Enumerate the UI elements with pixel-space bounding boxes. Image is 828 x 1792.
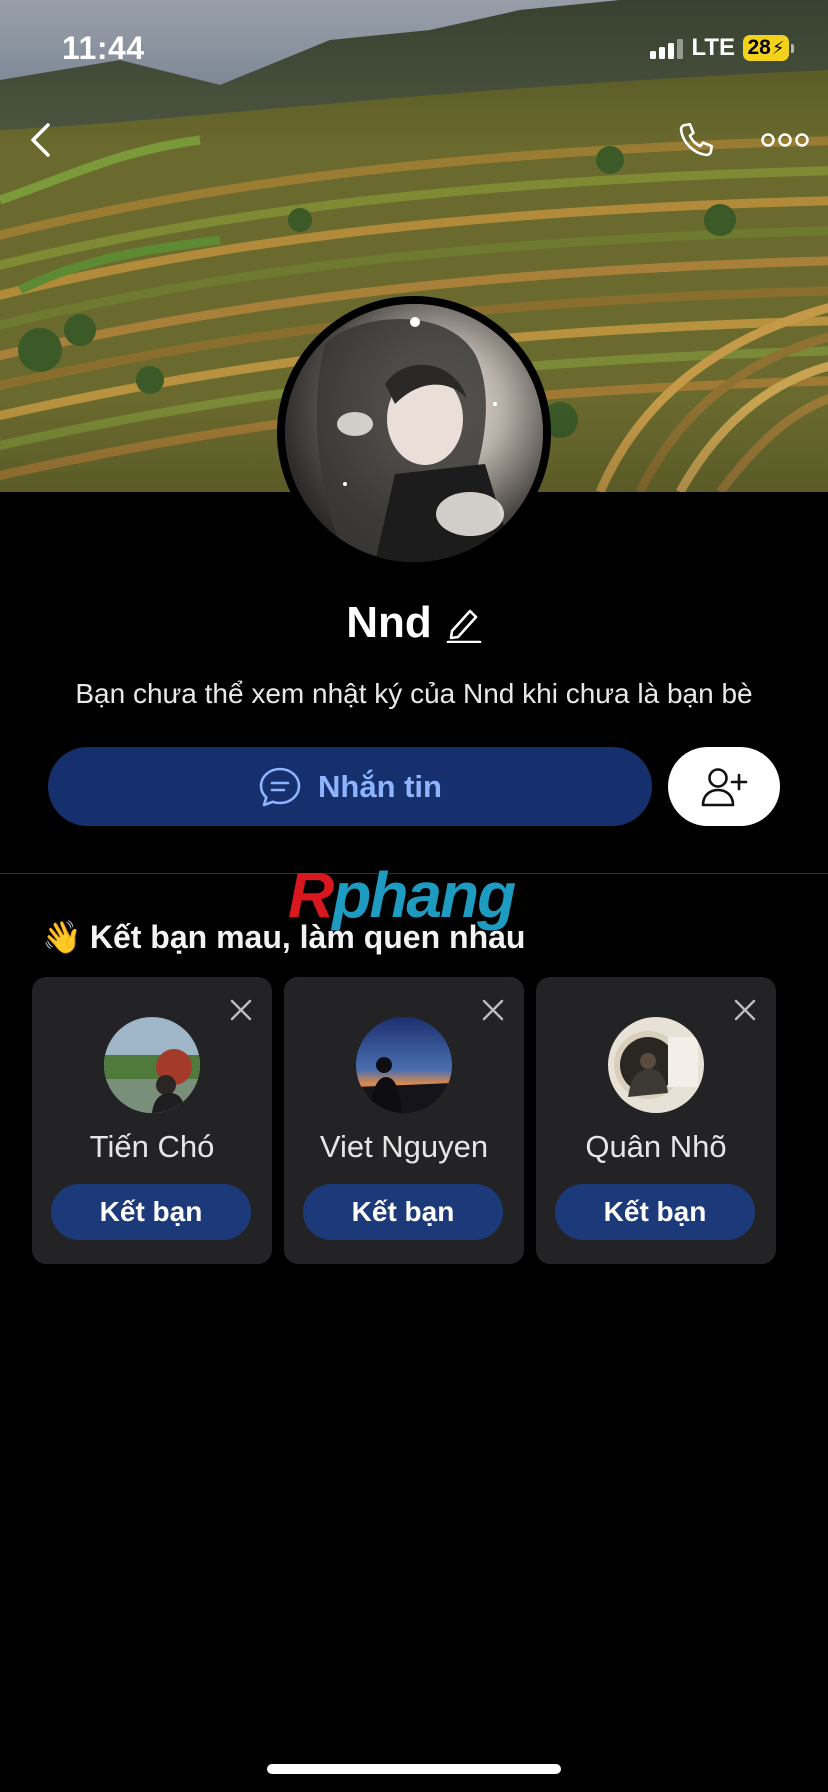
suggestion-name: Tiến Chó	[89, 1129, 215, 1164]
pencil-icon[interactable]	[446, 603, 482, 643]
phone-icon	[679, 122, 714, 157]
close-icon[interactable]	[228, 997, 254, 1023]
suggestion-avatar[interactable]	[104, 1017, 200, 1113]
ellipsis-icon	[761, 133, 809, 147]
network-type: LTE	[691, 34, 735, 61]
friend-suggestions-title: 👋 Kết bạn mau, làm quen nhau	[42, 918, 525, 956]
signal-icon	[650, 37, 684, 59]
waving-hand-icon: 👋	[42, 919, 82, 955]
close-icon[interactable]	[480, 997, 506, 1023]
message-button[interactable]: Nhắn tin	[48, 747, 652, 826]
avatar-illustration	[285, 304, 543, 562]
add-friend-suggestion-button[interactable]: Kết bạn	[51, 1184, 251, 1240]
status-indicators: LTE 28 ⚡	[650, 34, 794, 62]
suggestion-card[interactable]: Quân Nhõ Kết bạn	[536, 977, 776, 1264]
suggestion-card[interactable]: Tiến Chó Kết bạn	[32, 977, 272, 1264]
suggestion-card[interactable]: Viet Nguyen Kết bạn	[284, 977, 524, 1264]
close-icon[interactable]	[732, 997, 758, 1023]
back-button[interactable]	[20, 118, 60, 162]
more-options-button[interactable]	[760, 124, 810, 156]
diary-notice: Bạn chưa thể xem nhật ký của Nnd khi chư…	[75, 678, 753, 709]
call-button[interactable]	[672, 118, 720, 162]
status-time: 11:44	[62, 30, 145, 66]
friend-suggestions-heading: Kết bạn mau, làm quen nhau	[89, 918, 526, 955]
add-friend-suggestion-button[interactable]: Kết bạn	[555, 1184, 755, 1240]
profile-avatar-ring	[277, 296, 551, 570]
suggestion-name: Quân Nhõ	[585, 1129, 727, 1164]
profile-avatar[interactable]	[285, 304, 543, 562]
suggestion-avatar[interactable]	[608, 1017, 704, 1113]
add-friend-suggestion-button[interactable]: Kết bạn	[303, 1184, 503, 1240]
friend-suggestion-list: Tiến Chó Kết bạn Viet Nguyen Kết bạn Quâ…	[32, 977, 776, 1264]
chevron-left-icon	[31, 123, 50, 157]
battery-level: 28	[747, 36, 771, 59]
message-button-label: Nhắn tin	[318, 768, 442, 804]
home-indicator[interactable]	[267, 1764, 561, 1774]
battery-icon: 28 ⚡	[743, 35, 794, 61]
profile-name: Nnd	[346, 598, 432, 647]
add-user-icon	[701, 767, 748, 806]
suggestion-name: Viet Nguyen	[319, 1129, 489, 1164]
suggestion-avatar[interactable]	[356, 1017, 452, 1113]
profile-name-row: Nnd	[0, 598, 828, 648]
add-friend-button[interactable]	[668, 747, 780, 826]
chat-bubble-icon	[259, 767, 301, 806]
